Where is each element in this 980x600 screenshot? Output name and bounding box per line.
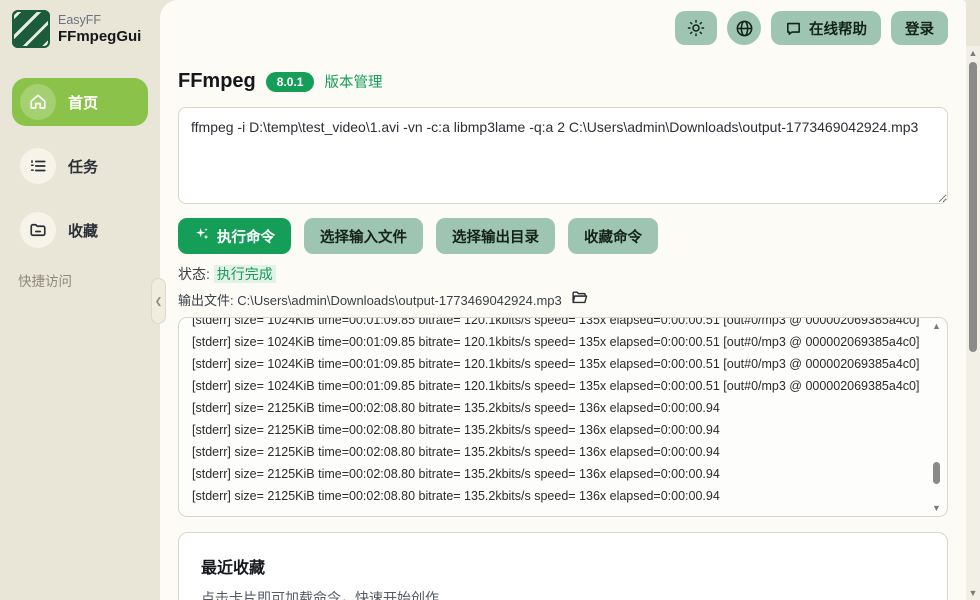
log-line: [stderr] size= 2125KiB time=00:02:08.80 … [192, 397, 921, 419]
status-label: 状态: [178, 266, 210, 282]
log-line: [stderr] size= 2125KiB time=00:02:08.80 … [192, 419, 921, 441]
action-buttons: 执行命令 选择输入文件 选择输出目录 收藏命令 [178, 218, 948, 254]
task-list-icon [20, 148, 56, 184]
status-line: 状态: 执行完成 [178, 264, 948, 284]
sparkles-icon [194, 226, 210, 246]
scroll-down-icon[interactable]: ▼ [932, 503, 941, 513]
page-title: FFmpeg [178, 70, 256, 93]
select-output-dir-button[interactable]: 选择输出目录 [436, 218, 555, 254]
page-scroll-thumb[interactable] [969, 62, 977, 352]
output-file-line: 输出文件: C:\Users\admin\Downloads\output-17… [178, 289, 948, 309]
recent-favorites-card[interactable]: 最近收藏 点击卡片即可加载命令，快速开始创作 [178, 532, 948, 600]
favorite-command-button[interactable]: 收藏命令 [568, 218, 658, 254]
log-scrollbar[interactable]: ▲ ▼ [929, 321, 944, 513]
log-line: [stderr] size= 1024KiB time=00:01:09.85 … [192, 353, 921, 375]
version-badge: 8.0.1 [266, 72, 315, 92]
online-help-label: 在线帮助 [809, 18, 867, 39]
log-lines: [stderr] size= 1024KiB time=00:01:09.85 … [192, 317, 921, 507]
brand-subtitle: EasyFF [58, 13, 141, 28]
sidebar-item-tasks[interactable]: 任务 [12, 142, 148, 190]
online-help-button[interactable]: 在线帮助 [771, 11, 881, 45]
log-line: [stderr] size= 2125KiB time=00:02:08.80 … [192, 463, 921, 485]
page-scroll-track[interactable] [966, 58, 980, 588]
brand: EasyFF FFmpegGui [12, 10, 148, 48]
app-logo-icon [12, 10, 50, 48]
page-scrollbar[interactable]: ▲ ▼ [966, 46, 980, 600]
topbar: 在线帮助 登录 [178, 8, 948, 48]
execute-command-label: 执行命令 [217, 226, 275, 247]
select-input-file-button[interactable]: 选择输入文件 [304, 218, 423, 254]
open-output-folder-button[interactable] [571, 289, 588, 309]
language-button[interactable] [727, 11, 761, 45]
recent-favorites-subtitle: 点击卡片即可加载命令，快速开始创作 [201, 588, 925, 600]
theme-toggle-button[interactable] [675, 11, 717, 45]
globe-icon [735, 19, 754, 38]
brand-title: FFmpegGui [58, 28, 141, 46]
scroll-up-icon[interactable]: ▲ [932, 321, 941, 331]
chat-bubble-icon [785, 20, 802, 37]
scroll-down-icon[interactable]: ▼ [969, 588, 978, 598]
log-scroll-track[interactable] [929, 331, 944, 503]
login-label: 登录 [905, 18, 934, 39]
execute-command-button[interactable]: 执行命令 [178, 218, 291, 254]
status-badge: 执行完成 [214, 265, 276, 283]
home-icon [20, 84, 56, 120]
folder-icon [20, 212, 56, 248]
log-line: [stderr] size= 1024KiB time=00:01:09.85 … [192, 375, 921, 397]
sidebar-item-label: 首页 [68, 92, 98, 113]
sidebar: EasyFF FFmpegGui 首页 任务 收藏 快捷访问 [0, 0, 160, 600]
recent-favorites-title: 最近收藏 [201, 554, 925, 578]
folder-open-icon [571, 289, 588, 309]
version-manage-link[interactable]: 版本管理 [324, 71, 382, 92]
log-output[interactable]: [stderr] size= 1024KiB time=00:01:09.85 … [178, 317, 948, 517]
select-output-dir-label: 选择输出目录 [452, 226, 539, 247]
command-input[interactable]: ffmpeg -i D:\temp\test_video\1.avi -vn -… [178, 107, 948, 204]
log-line: [stderr] size= 1024KiB time=00:01:09.85 … [192, 331, 921, 353]
log-line: [stderr] size= 1024KiB time=00:01:09.85 … [192, 317, 921, 331]
select-input-file-label: 选择输入文件 [320, 226, 407, 247]
sidebar-collapse-handle[interactable]: ❮ [151, 278, 166, 324]
sun-icon [687, 19, 705, 37]
log-line: [stderr] size= 2125KiB time=00:02:08.80 … [192, 441, 921, 463]
sidebar-item-label: 任务 [68, 156, 98, 177]
sidebar-item-favorites[interactable]: 收藏 [12, 206, 148, 254]
login-button[interactable]: 登录 [891, 11, 948, 45]
sidebar-item-home[interactable]: 首页 [12, 78, 148, 126]
log-scroll-thumb[interactable] [933, 462, 940, 484]
main-panel: 在线帮助 登录 FFmpeg 8.0.1 版本管理 ffmpeg -i D:\t… [160, 0, 966, 600]
output-file-path: C:\Users\admin\Downloads\output-17734690… [237, 293, 561, 308]
scroll-up-icon[interactable]: ▲ [969, 48, 978, 58]
favorite-command-label: 收藏命令 [584, 226, 642, 247]
quick-access-label: 快捷访问 [18, 270, 142, 290]
output-file-label: 输出文件: [178, 293, 234, 308]
sidebar-item-label: 收藏 [68, 220, 98, 241]
page-header: FFmpeg 8.0.1 版本管理 [178, 70, 948, 93]
log-line: [stderr] size= 2125KiB time=00:02:08.80 … [192, 485, 921, 507]
